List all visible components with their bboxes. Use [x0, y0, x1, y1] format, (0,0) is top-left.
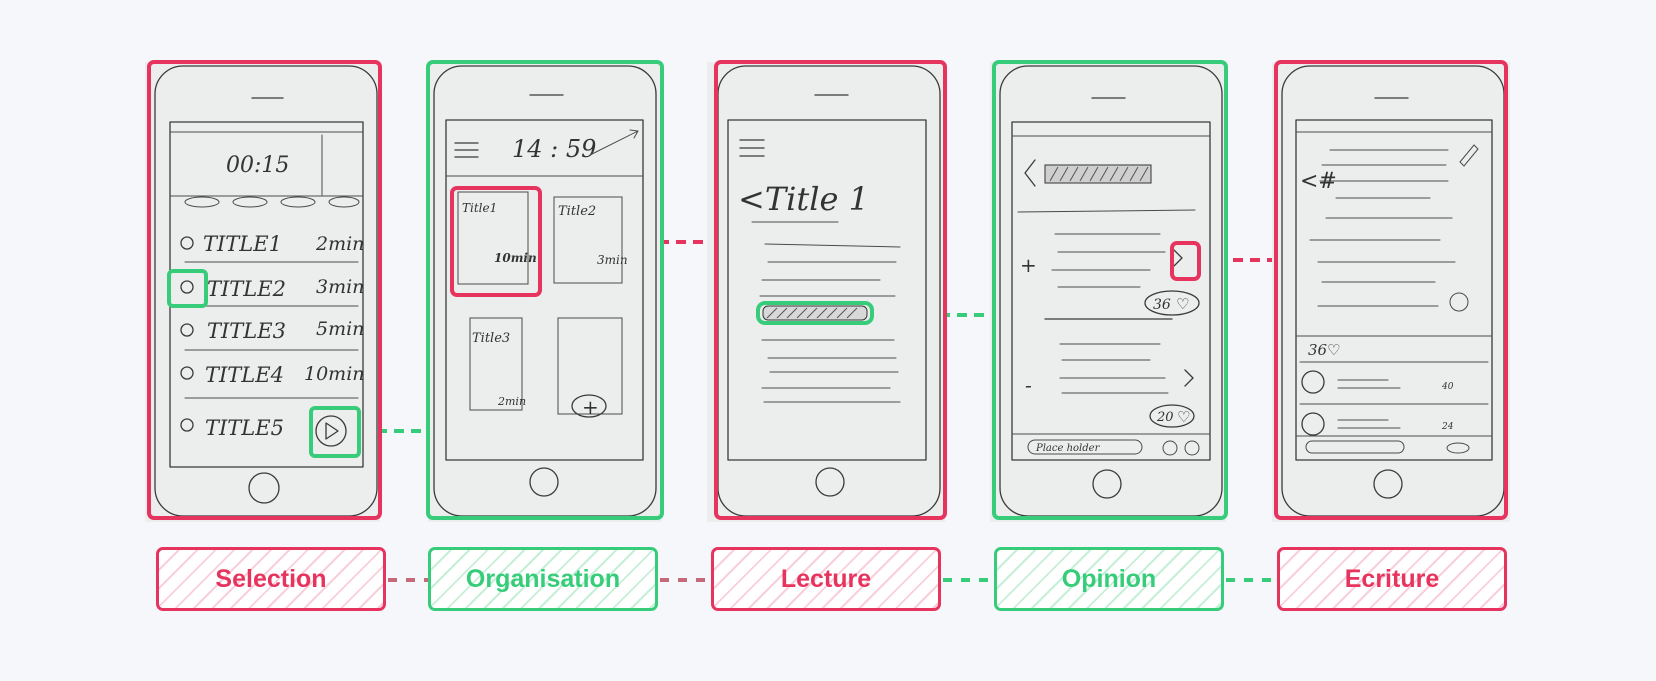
stage-label-text: Organisation — [465, 564, 621, 593]
phone-selection: 00:15 TITLE1 2min TITLE2 3min TITLE3 5mi… — [145, 62, 380, 522]
selection-row-time: 3min — [316, 276, 364, 298]
selection-row-title: TITLE1 — [203, 232, 282, 256]
comment-likes: 40 — [1441, 382, 1454, 392]
selection-row-2[interactable]: TITLE2 3min — [180, 276, 364, 301]
selection-row-3[interactable]: TITLE3 5min — [180, 318, 364, 343]
stage-label-text: Opinion — [1061, 564, 1157, 593]
stage-label-lecture: Lecture — [711, 547, 941, 611]
organisation-card-title: Title3 — [472, 331, 510, 346]
comment-likes: 24 — [1441, 422, 1454, 432]
stage-label-opinion: Opinion — [994, 547, 1224, 611]
opinion-likes-count: 20 — [1156, 410, 1174, 425]
organisation-card-title: Title2 — [558, 204, 596, 219]
organisation-clock: 14 : 59 — [512, 135, 596, 163]
stage-label-organisation: Organisation — [428, 547, 658, 611]
selection-row-title: TITLE2 — [207, 277, 286, 301]
organisation-card-time: 2min — [497, 395, 526, 408]
add-icon-symbol: + — [582, 395, 599, 419]
opinion-plus[interactable]: + — [1020, 253, 1037, 277]
ecriture-likes-count: 36 — [1308, 341, 1328, 359]
stage-label-text: Lecture — [780, 564, 872, 593]
selection-row-time: 2min — [315, 233, 364, 255]
organisation-card-title: Title1 — [462, 201, 497, 215]
selection-row-4[interactable]: TITLE4 10min — [180, 363, 365, 387]
opinion-minus[interactable]: - — [1025, 373, 1032, 397]
phone-opinion: + 36 ♡ - 20 ♡ Place holder — [990, 62, 1226, 522]
lecture-heading: <Title 1 — [738, 180, 869, 218]
organisation-card-time: 10min — [494, 251, 537, 265]
heart-icon: ♡ — [1176, 295, 1189, 313]
selection-row-title: TITLE5 — [205, 416, 284, 440]
stage-label-text: Ecriture — [1344, 564, 1440, 593]
organisation-card-time: 3min — [597, 253, 628, 267]
selection-timer: 00:15 — [226, 153, 289, 178]
selection-row-title: TITLE3 — [207, 319, 286, 343]
phone-lecture: <Title 1 — [707, 62, 945, 522]
ecriture-likes[interactable]: 36 ♡ — [1308, 341, 1340, 359]
opinion-input-placeholder: Place holder — [1035, 443, 1101, 454]
selection-row-time: 10min — [304, 363, 365, 385]
heart-icon: ♡ — [1177, 408, 1190, 426]
heart-icon: ♡ — [1327, 341, 1340, 359]
selection-row-title: TITLE4 — [205, 363, 284, 387]
stage-label-selection: Selection — [156, 547, 386, 611]
opinion-likes-count: 36 — [1153, 297, 1171, 313]
stage-label-ecriture: Ecriture — [1277, 547, 1507, 611]
phone-organisation: 14 : 59 Title1 10min Title2 3min Title3 … — [428, 62, 662, 522]
selection-row-time: 5min — [316, 318, 364, 340]
phone-ecriture: <# 36 ♡ 40 24 — [1272, 62, 1510, 522]
selection-row-1[interactable]: TITLE1 2min — [180, 232, 364, 256]
stage-label-text: Selection — [215, 564, 327, 593]
